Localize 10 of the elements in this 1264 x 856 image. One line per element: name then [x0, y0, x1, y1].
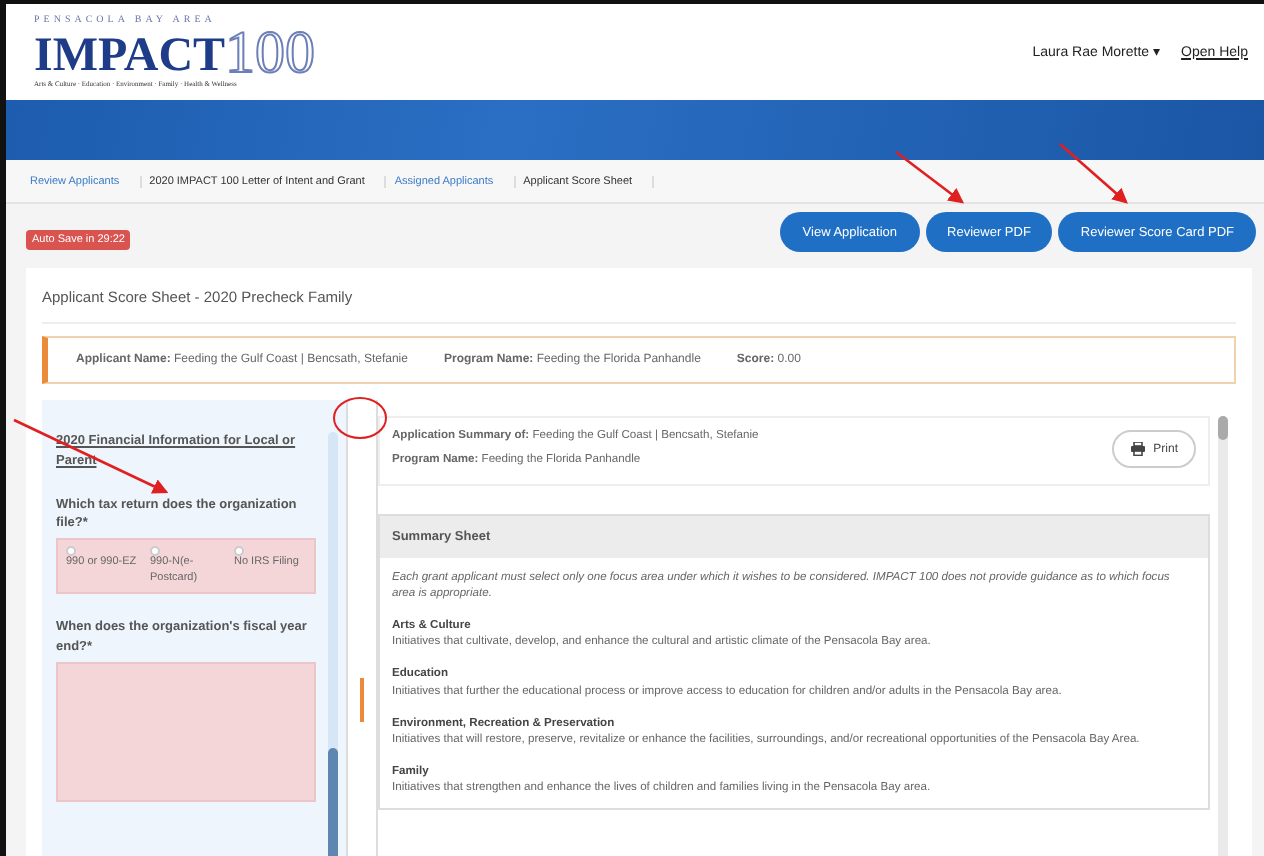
- annotation-circle: [333, 397, 387, 439]
- radio-button[interactable]: [66, 546, 76, 556]
- printer-icon: [1129, 442, 1146, 456]
- radio-button[interactable]: [234, 546, 244, 556]
- answer-field[interactable]: [56, 661, 316, 802]
- radio-button[interactable]: [150, 546, 160, 556]
- annotation-arrow: [895, 150, 965, 204]
- pane-splitter[interactable]: [346, 400, 378, 856]
- splitter-handle[interactable]: [360, 678, 364, 722]
- annotation-arrow: [1059, 143, 1128, 204]
